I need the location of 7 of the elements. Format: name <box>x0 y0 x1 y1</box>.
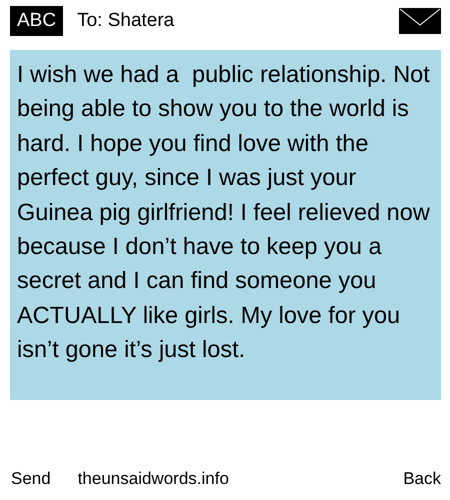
website-label: theunsaidwords.info <box>78 469 230 489</box>
input-mode-badge: ABC <box>10 6 64 36</box>
back-softkey[interactable]: Back <box>403 469 441 489</box>
send-softkey[interactable]: Send <box>11 469 51 489</box>
message-text[interactable]: I wish we had a public relationship. Not being able to show you to the world is hard. I hope you find love with the perfect guy, since I was just your Guinea pig girlfriend! I feel relieved now because I don’t have to keep you a secret and I can find someone you ACTUALLY like girls. My love for you isn’t gone it’s just lost. <box>10 50 441 400</box>
recipient-label: To: Shatera <box>77 10 176 32</box>
envelope-icon <box>399 8 441 34</box>
